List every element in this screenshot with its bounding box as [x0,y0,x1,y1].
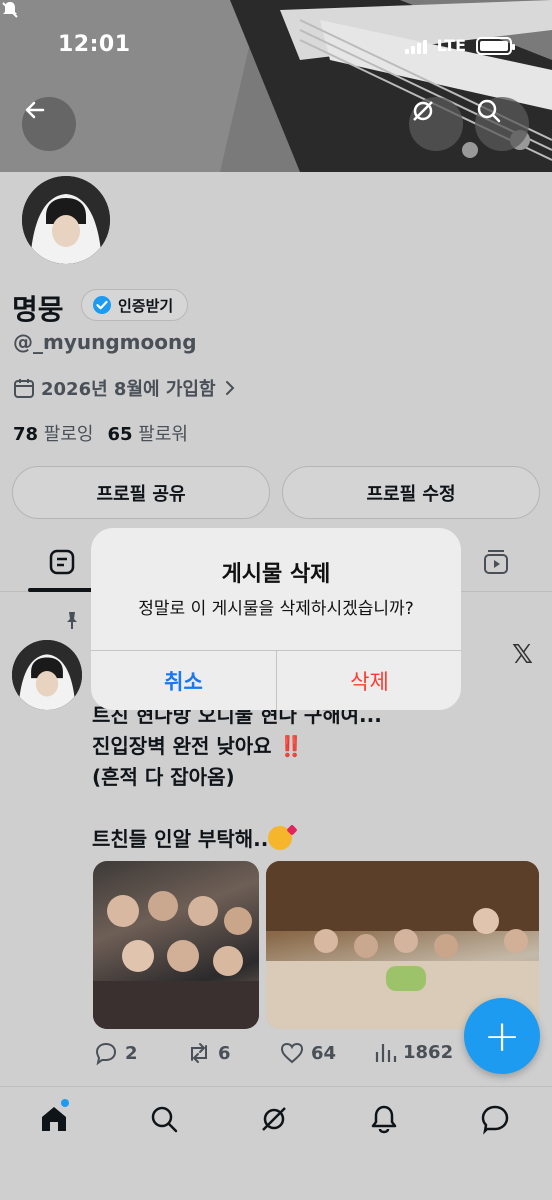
dialog-title: 게시물 삭제 [221,562,331,587]
cancel-button[interactable]: 취소 [91,651,276,710]
dialog-message: 정말로 이 게시물을 삭제하시겠습니까? [138,599,414,619]
delete-button[interactable]: 삭제 [277,651,461,710]
delete-post-dialog: 게시물 삭제 정말로 이 게시물을 삭제하시겠습니까? 취소 삭제 [91,528,461,710]
